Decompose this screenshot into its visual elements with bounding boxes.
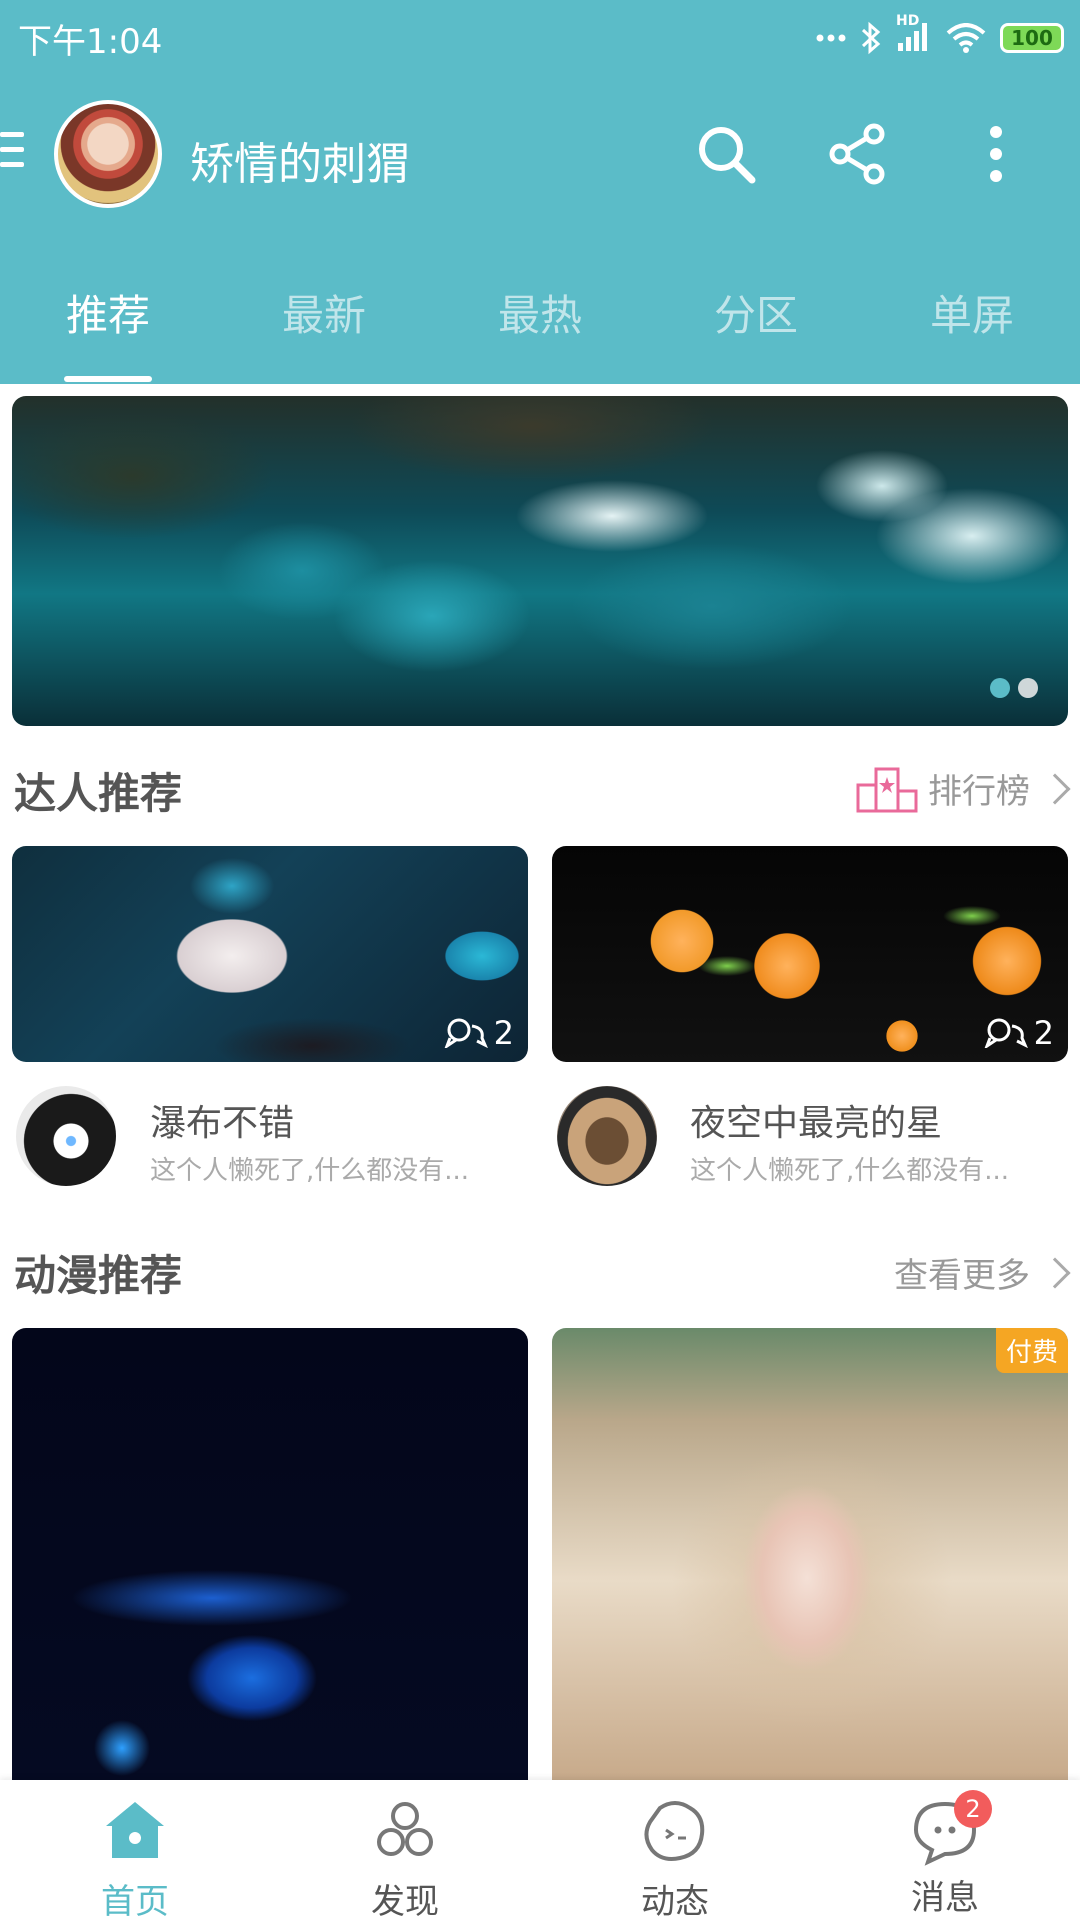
expert-name[interactable]: 夜空中最亮的星 [690,1094,942,1146]
comment-icon [984,1018,1028,1048]
nav-label: 消息 [911,1878,979,1918]
message-icon-wrap: 2 [910,1790,992,1866]
anime-section-title: 动漫推荐 [14,1251,183,1300]
nav-home[interactable]: 首页 [0,1790,270,1920]
comment-count: 2 [984,1014,1054,1052]
bottom-navigation: 首页 发现 动态 2 消息 [0,1780,1080,1920]
expert-name[interactable]: 瀑布不错 [150,1094,294,1146]
comment-count-value: 2 [1033,1014,1054,1052]
paid-badge: 付费 [995,1328,1068,1373]
avatar[interactable] [16,1086,116,1186]
view-more-link[interactable]: 查看更多 [894,1248,1071,1297]
chevron-right-icon [1039,1256,1071,1289]
dots-icon [816,34,846,42]
expert-description: 这个人懒死了,什么都没有... [150,1156,470,1186]
anime-card-image[interactable]: 付费 [552,1328,1068,1788]
user-avatar[interactable] [54,100,162,208]
tab-indicator [64,376,152,382]
tab-recommend[interactable]: 推荐 [0,282,216,343]
expert-card-image[interactable]: 2 [12,846,528,1062]
banner-pagination [990,678,1038,698]
banner-carousel[interactable] [12,396,1068,726]
expert-description: 这个人懒死了,什么都没有... [690,1156,1010,1186]
tab-single-screen[interactable]: 单屏 [864,282,1080,343]
wifi-icon [946,23,986,53]
nav-label: 发现 [371,1882,439,1920]
status-bar: 下午1:04 HD 100 [0,0,1080,74]
tab-latest[interactable]: 最新 [216,282,432,343]
comment-count-value: 2 [493,1014,514,1052]
search-icon[interactable] [694,122,758,186]
nav-label: 动态 [641,1882,709,1920]
moments-icon [644,1801,705,1861]
tab-categories[interactable]: 分区 [648,282,864,343]
nav-messages[interactable]: 2 消息 [810,1790,1080,1920]
anime-card-image[interactable] [12,1328,528,1788]
network-label: HD [896,13,920,29]
toolbar: 矫情的刺猬 [0,100,1080,210]
ranking-link[interactable]: 排行榜 [856,764,1071,813]
username[interactable]: 矫情的刺猬 [190,128,410,192]
expert-card-image[interactable]: 2 [552,846,1068,1062]
tab-hottest[interactable]: 最热 [432,282,648,343]
more-vertical-icon[interactable] [964,122,1028,186]
app-header: 下午1:04 HD 100 矫情的刺猬 推荐 最新 最热 分区 单屏 [0,0,1080,384]
view-more-label: 查看更多 [894,1256,1030,1296]
banner-dot[interactable] [1018,678,1038,698]
nav-label: 首页 [101,1882,169,1920]
discover-icon [377,1802,433,1856]
avatar[interactable] [557,1086,657,1186]
status-time: 下午1:04 [18,22,163,62]
home-icon [106,1802,164,1858]
message-badge: 2 [954,1790,992,1828]
comment-count: 2 [444,1014,514,1052]
ranking-label: 排行榜 [928,772,1030,812]
ranking-icon [856,767,918,812]
share-icon[interactable] [826,122,890,186]
comment-icon [444,1018,488,1048]
status-icons: HD 100 [816,13,1064,58]
category-tabs: 推荐 最新 最热 分区 单屏 [0,276,1080,384]
chevron-right-icon [1039,772,1071,805]
experts-section-title: 达人推荐 [14,769,183,818]
menu-icon[interactable] [0,132,28,178]
banner-dot[interactable] [990,678,1010,698]
battery-level: 100 [1011,26,1053,50]
signal-indicator: HD [896,13,932,55]
nav-moments[interactable]: 动态 [540,1790,810,1920]
battery-icon: 100 [1000,23,1064,53]
bluetooth-icon [861,21,881,55]
nav-discover[interactable]: 发现 [270,1790,540,1920]
